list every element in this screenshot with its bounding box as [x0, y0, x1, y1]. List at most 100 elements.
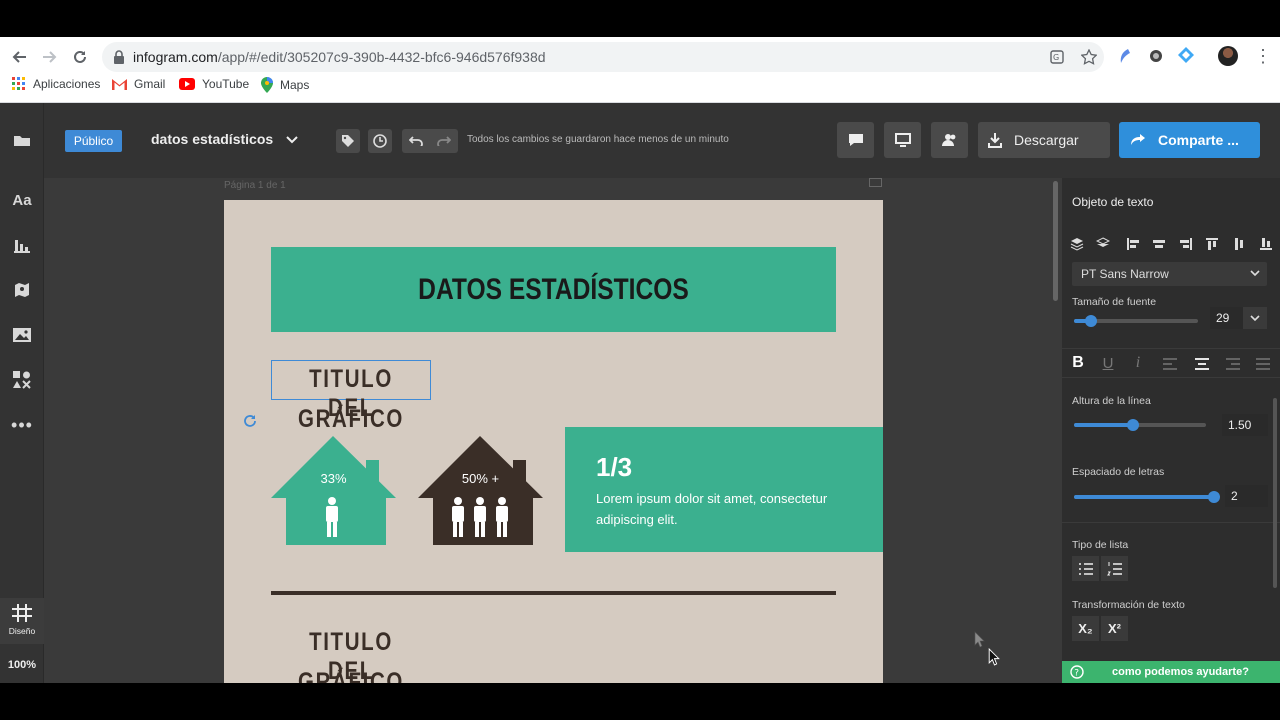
line-height-slider[interactable]: [1074, 419, 1206, 431]
bookmark-maps[interactable]: Maps: [261, 77, 309, 93]
bottom-black-bar: [0, 683, 1280, 720]
history-button[interactable]: [368, 129, 392, 153]
letter-spacing-slider-fill: [1074, 495, 1214, 499]
bold-button[interactable]: B: [1068, 353, 1088, 373]
mouse-cursor-icon: [974, 631, 985, 648]
back-arrow-icon: [12, 51, 26, 63]
page-resize-handle[interactable]: [869, 178, 882, 187]
folder-icon[interactable]: [0, 123, 44, 157]
house-icon-dark[interactable]: [418, 436, 543, 546]
list-type-label: Tipo de lista: [1072, 539, 1129, 551]
stat-card[interactable]: 1/3 Lorem ipsum dolor sit amet, consecte…: [565, 427, 883, 552]
share-button[interactable]: Comparte ...: [1119, 122, 1260, 158]
redo-icon[interactable]: [437, 136, 451, 146]
more-icon[interactable]: •••: [0, 408, 44, 442]
chevron-down-icon[interactable]: [286, 136, 298, 144]
section-title-line2[interactable]: GRÁFICO: [285, 405, 416, 434]
address-bar[interactable]: infogram.com/app/#/edit/305207c9-390b-44…: [102, 42, 1104, 72]
canvas-scrollbar[interactable]: [1053, 181, 1058, 301]
users-icon: [941, 134, 955, 146]
text-align-right-icon[interactable]: [1225, 358, 1241, 370]
bookmark-youtube[interactable]: YouTube: [179, 77, 249, 91]
download-button[interactable]: Descargar: [978, 122, 1110, 158]
font-family-select[interactable]: PT Sans Narrow: [1072, 262, 1267, 286]
help-icon: ?: [1070, 665, 1084, 679]
font-size-input[interactable]: 29: [1210, 307, 1243, 329]
italic-button[interactable]: i: [1128, 353, 1148, 373]
align-top-icon[interactable]: [1205, 237, 1219, 251]
url-host: infogram.com: [133, 49, 218, 65]
text-transform-label: Transformación de texto: [1072, 599, 1185, 611]
line-height-label: Altura de la línea: [1072, 395, 1151, 407]
extension-diamond-icon[interactable]: [1178, 47, 1194, 63]
extension-feather-icon[interactable]: [1118, 48, 1132, 64]
save-status: Todos los cambios se guardaron hace meno…: [467, 134, 729, 145]
extension-circle-icon[interactable]: [1149, 49, 1163, 63]
numbered-list-button[interactable]: [1101, 556, 1128, 581]
share-label: Comparte ...: [1158, 132, 1239, 148]
superscript-button[interactable]: X²: [1101, 616, 1128, 641]
subscript-button[interactable]: X₂: [1072, 616, 1099, 641]
title-banner[interactable]: DATOS ESTADÍSTICOS: [271, 247, 836, 332]
chart-icon[interactable]: [0, 228, 44, 262]
bring-forward-icon[interactable]: [1070, 237, 1084, 251]
undo-icon[interactable]: [409, 136, 423, 146]
map-icon[interactable]: [0, 273, 44, 307]
align-center-h-icon[interactable]: [1152, 237, 1166, 251]
text-align-justify-icon[interactable]: [1255, 358, 1271, 370]
bookmark-gmail[interactable]: Gmail: [112, 77, 165, 91]
apps-grid-icon: [12, 77, 25, 90]
forward-button[interactable]: [37, 45, 61, 69]
letter-spacing-slider-knob[interactable]: [1208, 491, 1220, 503]
project-title[interactable]: datos estadísticos: [151, 131, 273, 147]
help-bar[interactable]: ? como podemos ayudarte?: [1062, 661, 1280, 683]
browser-menu-icon[interactable]: ⋮: [1254, 45, 1272, 67]
top-black-bar: [0, 0, 1280, 37]
letter-spacing-slider[interactable]: [1074, 491, 1220, 503]
design-button[interactable]: Diseño: [0, 598, 44, 644]
profile-avatar[interactable]: [1218, 46, 1238, 66]
svg-text:G: G: [1053, 53, 1059, 62]
star-icon[interactable]: [1081, 49, 1097, 65]
house1-value: 33%: [320, 471, 347, 486]
text-align-center-icon[interactable]: [1194, 358, 1210, 370]
image-icon[interactable]: [0, 318, 44, 352]
zoom-level[interactable]: 100%: [0, 659, 44, 671]
bookmark-label: Maps: [280, 78, 310, 92]
text-style-row: B U i: [1062, 348, 1280, 378]
preview-button[interactable]: [884, 122, 921, 158]
letter-spacing-input[interactable]: 2: [1225, 485, 1268, 507]
numbered-list-icon: [1106, 561, 1122, 575]
collaborators-button[interactable]: [931, 122, 968, 158]
font-size-slider-knob[interactable]: [1085, 315, 1098, 327]
comments-button[interactable]: [837, 122, 874, 158]
send-backward-icon[interactable]: [1096, 237, 1110, 251]
line-height-input[interactable]: 1.50: [1222, 414, 1268, 436]
tag-button[interactable]: [336, 129, 360, 153]
text-icon[interactable]: Aa: [0, 183, 44, 217]
font-size-slider[interactable]: [1074, 315, 1198, 327]
align-middle-icon[interactable]: [1232, 237, 1246, 251]
mouse-pointer-icon: [988, 648, 1000, 666]
rotate-icon[interactable]: [243, 414, 257, 428]
undo-redo-group: [402, 129, 458, 153]
public-badge[interactable]: Público: [65, 130, 122, 152]
section2-title-line2[interactable]: GRÁFICO: [285, 668, 416, 683]
bullet-list-button[interactable]: [1072, 556, 1099, 581]
infographic-page[interactable]: DATOS ESTADÍSTICOS TITULO DEL GRÁFICO 33…: [224, 200, 883, 683]
translate-icon[interactable]: G: [1050, 50, 1064, 64]
text-align-left-icon[interactable]: [1162, 358, 1178, 370]
reload-button[interactable]: [68, 45, 92, 69]
align-bottom-icon[interactable]: [1259, 237, 1273, 251]
shapes-icon[interactable]: [0, 363, 44, 397]
line-height-slider-knob[interactable]: [1127, 419, 1140, 431]
back-button[interactable]: [8, 45, 32, 69]
gmail-icon: [112, 78, 127, 90]
align-right-icon[interactable]: [1179, 237, 1193, 251]
house-icon-teal[interactable]: [271, 436, 396, 546]
align-left-icon[interactable]: [1126, 237, 1140, 251]
underline-button[interactable]: U: [1098, 353, 1118, 373]
font-size-dropdown[interactable]: [1243, 307, 1267, 329]
bookmark-apps[interactable]: Aplicaciones: [12, 77, 100, 91]
panel-scrollbar[interactable]: [1273, 398, 1277, 588]
